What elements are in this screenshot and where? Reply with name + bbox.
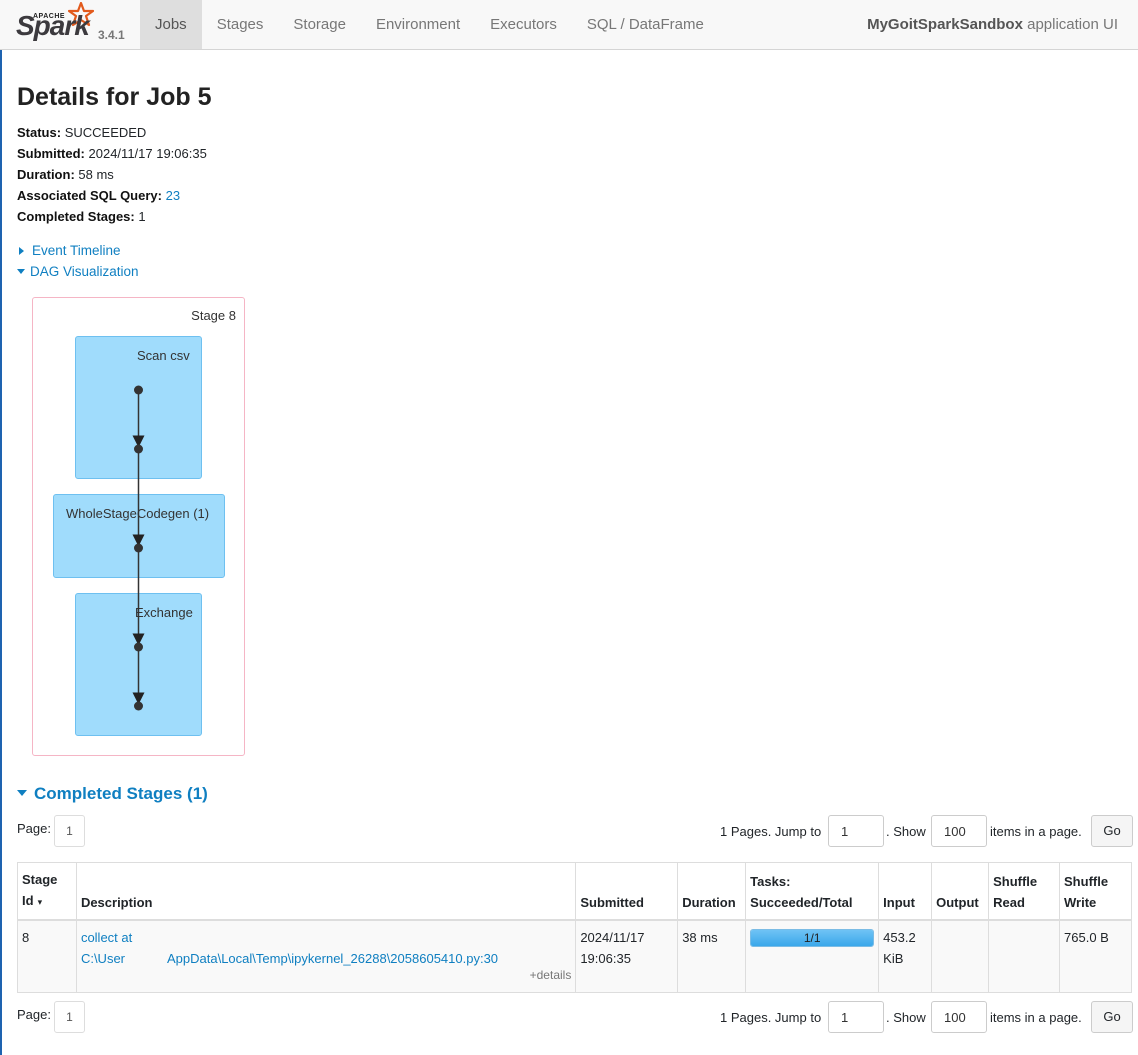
cell-duration: 38 ms — [677, 919, 747, 993]
cell-shuffle-read — [988, 919, 1061, 993]
header-text: Shuffle — [1064, 874, 1109, 889]
pages-jump-text: 1 Pages. Jump to — [720, 824, 822, 839]
dag-node[interactable] — [134, 642, 143, 652]
column-shuffle-read[interactable]: Shuffle Read — [988, 862, 1061, 921]
dag-edges — [132, 385, 145, 711]
items-per-page-text: items in a page. — [990, 1010, 1082, 1025]
pagination-top: Page: 1 1 Pages. Jump to . Show items in… — [17, 815, 1133, 849]
cell-output — [931, 919, 990, 993]
pagination-bottom: Page: 1 1 Pages. Jump to . Show items in… — [17, 1001, 1133, 1035]
page-number-link[interactable]: 1 — [54, 1001, 85, 1033]
cell-stage-id: 8 — [17, 919, 77, 993]
header-text: Tasks: — [750, 874, 791, 889]
stage-description-link[interactable]: collect at C:\User AppData\Local\Temp\ipyk… — [81, 930, 498, 966]
description-path-end: AppData\Local\Temp\ipykernel_26288\20586… — [167, 951, 499, 966]
jump-to-page-input[interactable] — [828, 1001, 884, 1033]
page-label: Page: — [17, 1007, 51, 1022]
column-input[interactable]: Input — [878, 862, 933, 921]
dag-node[interactable] — [134, 444, 143, 454]
page-number-link[interactable]: 1 — [54, 815, 85, 847]
page-size-input[interactable] — [931, 815, 987, 847]
expanded-arrow-icon — [17, 790, 27, 796]
pages-jump-text: 1 Pages. Jump to — [720, 1010, 822, 1025]
submitted-time: 19:06:35 — [580, 951, 631, 966]
show-text: . Show — [886, 824, 926, 839]
page-size-input[interactable] — [931, 1001, 987, 1033]
header-text: Succeeded/Total — [750, 895, 853, 910]
column-description[interactable]: Description — [75, 862, 577, 921]
tasks-progress-bar: 1/1 — [750, 929, 875, 947]
description-path-start: C:\User — [80, 951, 125, 966]
go-button[interactable]: Go — [1091, 815, 1133, 847]
go-button[interactable]: Go — [1091, 1001, 1133, 1033]
input-unit: KiB — [883, 951, 904, 966]
completed-stages-table: Stage Id ▾ Description Submitted Duration … — [17, 862, 1132, 993]
cell-submitted: 2024/11/17 19:06:35 — [575, 919, 679, 993]
details-toggle[interactable]: +details — [530, 965, 572, 986]
table-header-row: Stage Id ▾ Description Submitted Duration … — [17, 862, 1132, 921]
input-value: 453.2 — [883, 930, 916, 945]
items-per-page-text: items in a page. — [990, 824, 1082, 839]
app-name-suffix: application UI — [1027, 16, 1118, 33]
column-submitted[interactable]: Submitted — [575, 862, 679, 921]
column-duration[interactable]: Duration — [677, 862, 747, 921]
tab-environment[interactable]: Environment — [361, 0, 475, 49]
header-text: Shuffle — [993, 874, 1038, 889]
column-stage-id[interactable]: Stage Id ▾ — [17, 862, 77, 921]
dag-node[interactable] — [134, 701, 143, 711]
app-name-bold: MyGoitSparkSandbox — [867, 16, 1023, 33]
description-line: collect at — [80, 930, 133, 945]
column-shuffle-write[interactable]: Shuffle Write — [1059, 862, 1132, 921]
header-text: Stage — [22, 872, 58, 887]
cell-input: 453.2 KiB — [878, 919, 933, 993]
tasks-progress-text: 1/1 — [803, 931, 821, 945]
header-text: Write — [1064, 895, 1097, 910]
application-name: MyGoitSparkSandbox application UI — [867, 0, 1118, 49]
column-output[interactable]: Output — [931, 862, 990, 921]
jump-to-page-input[interactable] — [828, 815, 884, 847]
sort-descending-icon: ▾ — [37, 897, 43, 907]
table-row: 8 collect at C:\User AppData\Local\Temp\ip… — [17, 919, 1132, 993]
cell-shuffle-write: 765.0 B — [1059, 919, 1132, 993]
submitted-date: 2024/11/17 — [580, 930, 645, 945]
dag-node[interactable] — [134, 543, 143, 553]
header-text: Id — [22, 893, 34, 908]
cell-description: collect at C:\User AppData\Local\Temp\ipyk… — [75, 919, 577, 993]
tab-sql-dataframe[interactable]: SQL / DataFrame — [572, 0, 719, 49]
show-text: . Show — [886, 1010, 926, 1025]
completed-stages-header[interactable]: Completed Stages (1) — [17, 784, 208, 804]
dag-node[interactable] — [134, 385, 143, 395]
tab-executors[interactable]: Executors — [475, 0, 572, 49]
cell-tasks: 1/1 — [745, 919, 880, 993]
header-text: Read — [993, 895, 1025, 910]
completed-stages-title: Completed Stages (1) — [34, 784, 208, 803]
page-label: Page: — [17, 821, 51, 836]
column-tasks[interactable]: Tasks: Succeeded/Total — [745, 862, 880, 921]
